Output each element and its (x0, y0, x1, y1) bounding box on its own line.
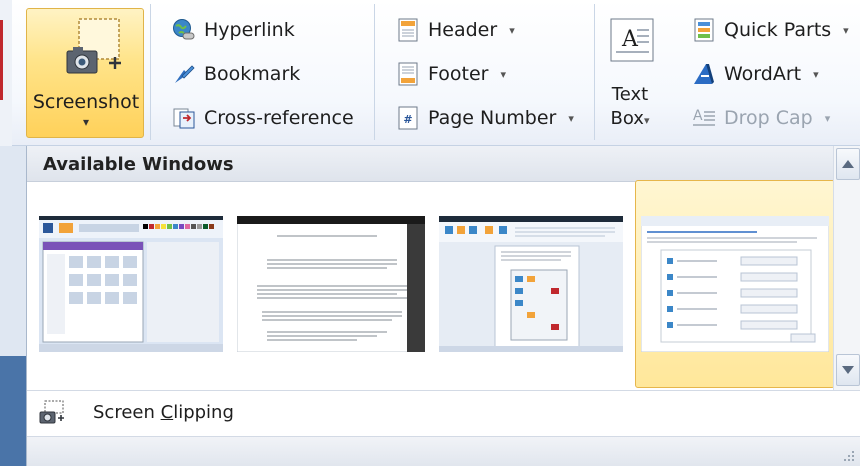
page-number-dropdown-arrow: ▾ (568, 111, 574, 125)
ribbon-left-edge (0, 0, 12, 146)
document-edge (0, 146, 26, 466)
scroll-down-button[interactable] (836, 354, 860, 386)
scroll-up-button[interactable] (836, 148, 860, 180)
group-separator (374, 4, 375, 140)
wordart-dropdown-arrow: ▾ (813, 67, 819, 81)
group-separator (594, 4, 595, 140)
footer-dropdown-arrow: ▾ (500, 67, 506, 81)
hyperlink-button[interactable]: Hyperlink (172, 14, 295, 46)
paint-window-preview (39, 216, 223, 352)
footer-icon (398, 62, 418, 86)
screenshot-button[interactable]: Screenshot ▾ (26, 8, 144, 138)
available-windows-gallery (27, 180, 835, 390)
window-thumbnail[interactable] (439, 216, 623, 352)
ribbon: Screenshot ▾ Hyperlink Bookmark Cross-re… (0, 0, 860, 146)
drop-cap-button[interactable]: A Drop Cap ▾ (692, 102, 830, 134)
footer-label: Footer (428, 63, 489, 85)
hyperlink-label: Hyperlink (204, 19, 295, 41)
quick-parts-label: Quick Parts (724, 19, 832, 41)
hyperlink-icon (173, 19, 195, 40)
document-window-preview (236, 215, 426, 353)
svg-text:#: # (403, 113, 412, 126)
screen-clipping-icon (39, 400, 64, 424)
window-thumbnail-selected[interactable] (640, 215, 830, 353)
text-box-label-line1: Text (611, 84, 649, 105)
bookmark-icon (175, 65, 195, 83)
resize-grip-icon[interactable] (843, 450, 855, 462)
screen-clipping-label: Screen Clipping (93, 402, 234, 423)
window-thumbnail[interactable] (39, 216, 223, 352)
screenshot-dropdown-arrow: ▾ (82, 115, 90, 129)
svg-text:A: A (693, 108, 703, 124)
screenshot-label: Screenshot (32, 91, 140, 113)
header-dropdown-arrow: ▾ (509, 23, 515, 37)
header-button[interactable]: Header ▾ (396, 14, 515, 46)
screen-clipping-text: Screen (93, 402, 161, 423)
bookmark-label: Bookmark (204, 63, 301, 85)
header-icon (398, 18, 418, 42)
group-separator (150, 4, 151, 140)
header-label: Header (428, 19, 498, 41)
screen-clipping-text-rest: lipping (173, 402, 234, 423)
page-number-button[interactable]: # Page Number ▾ (396, 102, 574, 134)
svg-text:A: A (621, 27, 639, 52)
available-windows-heading: Available Windows (43, 154, 234, 175)
window-thumbnail[interactable] (236, 215, 426, 353)
text-box-dropdown-arrow: ▾ (643, 114, 650, 127)
quick-parts-dropdown-arrow: ▾ (843, 23, 849, 37)
word-window-preview (439, 216, 623, 352)
triangle-up-icon (842, 160, 854, 168)
triangle-down-icon (842, 366, 854, 374)
cross-reference-label: Cross-reference (204, 107, 354, 129)
screenshot-icon (66, 18, 121, 74)
panel-divider (27, 390, 860, 391)
wordart-icon (694, 64, 714, 84)
page-number-label: Page Number (428, 107, 557, 129)
drop-cap-dropdown-arrow: ▾ (824, 111, 831, 125)
bookmark-button[interactable]: Bookmark (172, 58, 300, 90)
screen-clipping-accelerator: C (160, 402, 174, 423)
gallery-scrollbar[interactable] (833, 146, 860, 390)
text-box-button[interactable]: A Text Box▾ (600, 18, 660, 136)
cross-reference-button[interactable]: Cross-reference (172, 102, 354, 134)
screen-clipping-button[interactable]: Screen Clipping (27, 394, 860, 434)
page-number-icon: # (398, 106, 418, 130)
drop-cap-icon: A (693, 108, 715, 126)
wordart-button[interactable]: WordArt ▾ (692, 58, 819, 90)
wordart-label: WordArt (724, 63, 802, 85)
footer-button[interactable]: Footer ▾ (396, 58, 506, 90)
panel-header: Available Windows (27, 146, 860, 182)
settings-window-preview (640, 215, 830, 353)
text-box-label-line2: Box▾ (600, 108, 660, 129)
quick-parts-button[interactable]: Quick Parts ▾ (692, 14, 849, 46)
screenshot-gallery-panel: Available Windows Screen Clipping (26, 146, 860, 466)
panel-footer (27, 436, 860, 466)
text-box-label: Box (610, 108, 644, 129)
drop-cap-label: Drop Cap (724, 107, 813, 129)
text-box-icon: A (610, 18, 654, 62)
cross-reference-icon (173, 108, 195, 129)
quick-parts-icon (694, 18, 714, 42)
